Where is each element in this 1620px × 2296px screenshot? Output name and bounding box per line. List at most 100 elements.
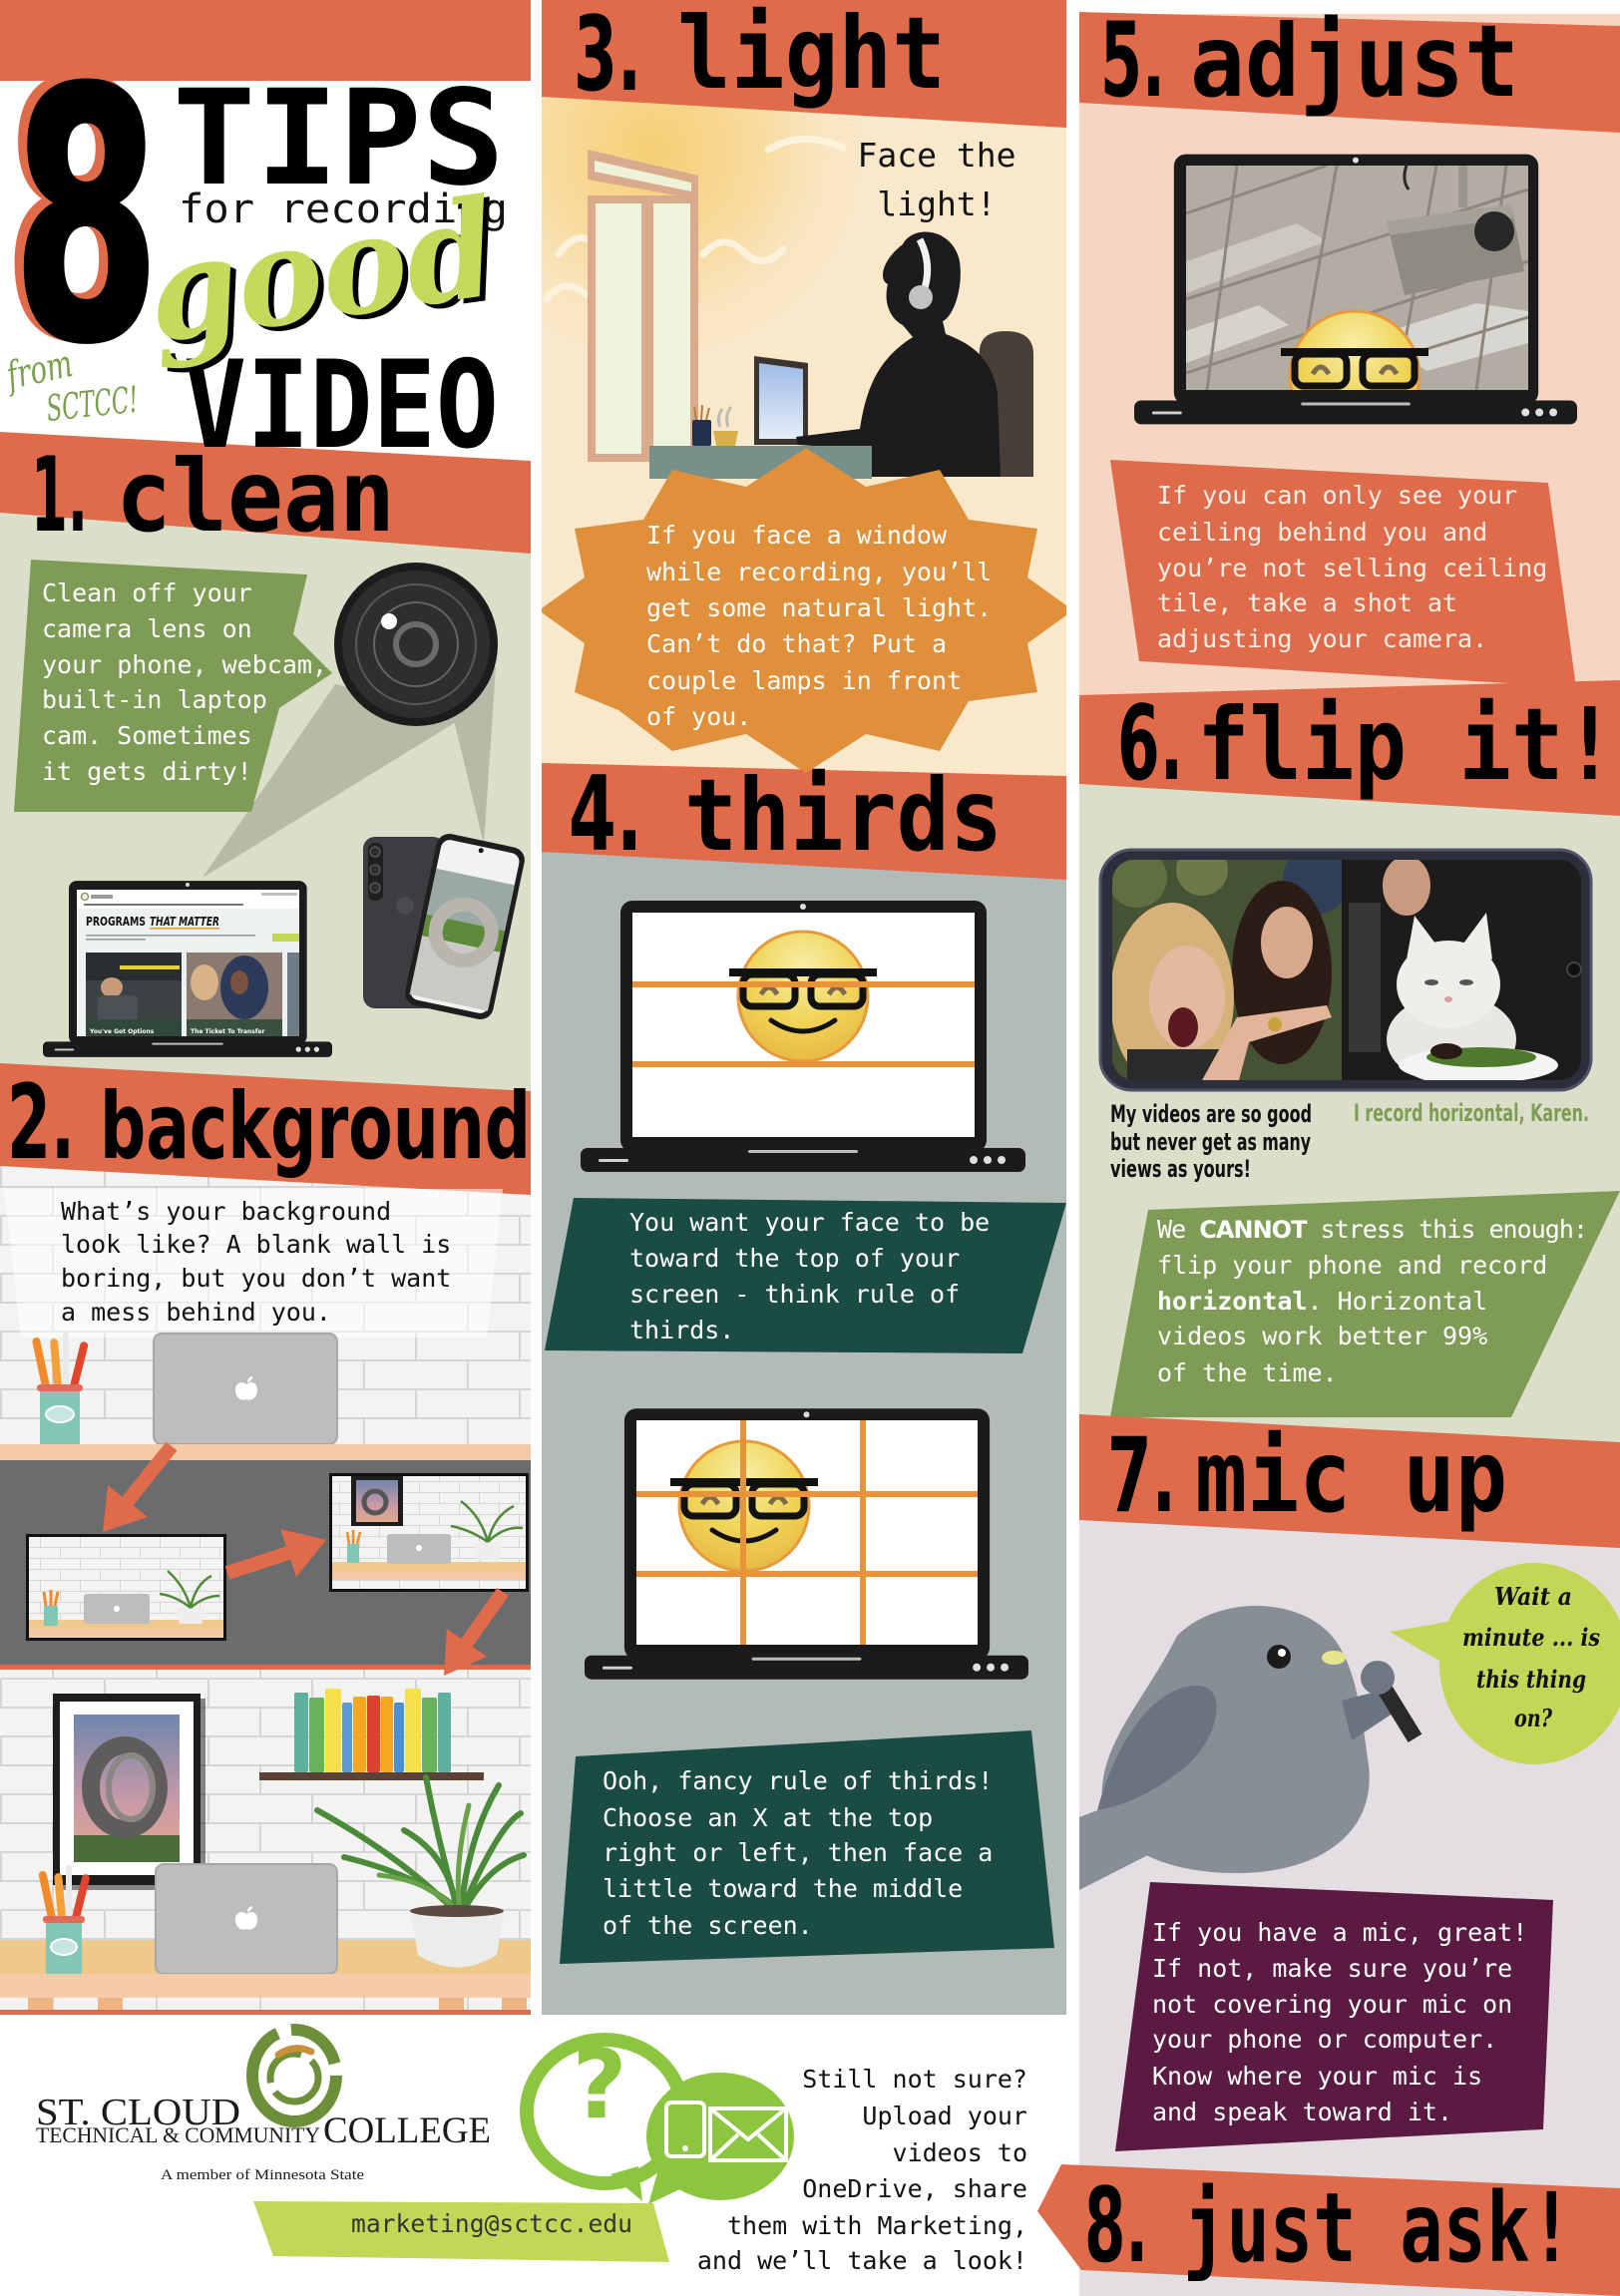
tip-body-line: look like? A blank wall is: [61, 1230, 451, 1259]
tip-body-line: Choose an X at the top: [603, 1803, 933, 1832]
column-3: 5. adjust If you can only see your ceili…: [1079, 0, 1620, 2296]
divider-line: [0, 2010, 531, 2015]
background-example-decorated: [329, 1473, 529, 1592]
emphasis-text: horizontal: [1157, 1287, 1308, 1316]
tip-body-line: them with Marketing,: [727, 2211, 1027, 2240]
meme-caption-line: My videos are so good: [1110, 1100, 1312, 1128]
tip-body-line: right or left, then face a: [603, 1838, 993, 1867]
speech-bubble-line: Wait a: [1494, 1582, 1572, 1611]
tip-body-line: built-in laptop: [42, 685, 267, 714]
logo-name-line: COLLEGE: [323, 2110, 491, 2151]
meme-caption-right: I record horizontal, Karen.: [1354, 1099, 1589, 1127]
tip-body-line: boring, but you don’t want: [61, 1264, 451, 1293]
website-screenshot: PROGRAMS THAT MATTER You've Got Options: [77, 890, 299, 1036]
tip-body-line: get some natural light.: [646, 593, 992, 622]
tip-title: adjust: [1190, 3, 1519, 120]
tip-number: 5.: [1100, 1, 1165, 121]
tip-number: 1.: [31, 436, 88, 556]
tip-number: 4.: [569, 755, 642, 875]
tip-body-line: Can’t do that? Put a: [646, 629, 947, 658]
phone-camera: [1566, 961, 1582, 977]
column-1: PROGRAMS THAT MATTER You've Got Options: [0, 0, 531, 2015]
tip-body-line: and we’ll take a look!: [697, 2246, 1027, 2275]
pencil-cup: [692, 420, 711, 446]
tip-body-line: Clean off your: [42, 578, 252, 607]
tip-title: mic up: [1195, 1418, 1507, 1535]
bird-beak: [1322, 1651, 1346, 1665]
email-address[interactable]: marketing@sctcc.edu: [351, 2209, 632, 2238]
tip-body-line: cam. Sometimes: [42, 721, 252, 750]
tip-number: 2.: [7, 1063, 75, 1183]
laptop-website: PROGRAMS THAT MATTER You've Got Options: [43, 881, 332, 1057]
program-card: You've Got Options: [86, 953, 182, 1036]
tip-body-line: screen - think rule of: [629, 1280, 960, 1309]
tip-body-line: your phone or computer.: [1152, 2025, 1497, 2054]
tip-number: 3.: [574, 0, 641, 115]
bird-eye: [1267, 1645, 1291, 1669]
tip-body-line: camera lens on: [42, 614, 252, 643]
contact-bubble-icon: [646, 2073, 794, 2204]
tip-title: thirds: [684, 757, 1003, 874]
tip-body-line: If you have a mic, great!: [1152, 1918, 1527, 1947]
meme-caption-line: views as yours!: [1110, 1155, 1251, 1183]
tip-body-line: your phone, webcam,: [42, 650, 327, 679]
tip-body-line: Ooh, fancy rule of thirds!: [603, 1766, 993, 1795]
tip-body-line: Upload your: [862, 2102, 1027, 2130]
camera-lens-icon: [334, 563, 498, 726]
tip-body-line: If not, make sure you’re: [1152, 1954, 1512, 1983]
laptop-ceiling: [1134, 154, 1577, 425]
program-card: The Ticket To Transfer: [187, 953, 282, 1036]
speech-bubble-line: this thing: [1476, 1665, 1586, 1694]
tip-body-line: flip your phone and record: [1157, 1251, 1547, 1280]
phone-landscape-meme: [1098, 848, 1593, 1092]
tip-body-line: and speak toward it.: [1152, 2098, 1452, 2126]
tip-body-line: videos to: [893, 2138, 1027, 2167]
tip-body-line: it gets dirty!: [42, 757, 252, 786]
tip-body-line: videos work better 99%: [1157, 1322, 1487, 1350]
tip-body-line: ceiling behind you and: [1157, 518, 1487, 547]
light-callout-line: light!: [877, 185, 996, 223]
tip-body-line: Know where your mic is: [1152, 2062, 1482, 2091]
desk-front: [0, 1974, 531, 1998]
tip-body-line: tile, take a shot at: [1157, 588, 1457, 617]
tip-number: 8.: [1084, 2166, 1148, 2286]
tip-body-line: toward the top of your: [629, 1244, 960, 1273]
tip-title: just ask!: [1183, 2172, 1573, 2284]
picture-frame: [53, 1694, 205, 1890]
explore-button: [272, 934, 299, 942]
title-org: SCTCC!: [45, 380, 141, 430]
tip-body-line: If you can only see your: [1157, 481, 1517, 510]
tip-number: 6.: [1117, 684, 1183, 804]
tip-body-line: you’re not selling ceiling: [1157, 554, 1547, 582]
tip-body-line: If you face a window: [646, 521, 948, 550]
tip-body-line: thirds.: [629, 1316, 734, 1344]
coffee-mug: [713, 431, 738, 446]
tip-body-line: horizontal. Horizontal: [1157, 1287, 1487, 1316]
nav-bar: [84, 904, 243, 906]
tip-body-line: adjusting your camera.: [1157, 624, 1487, 653]
tip-body-line: of the time.: [1157, 1358, 1338, 1387]
logo-mark-icon: [246, 2024, 342, 2127]
tip-body-line: of you.: [646, 702, 751, 731]
screen-headline-accent: THAT MATTER: [150, 915, 219, 929]
meme-caption-line: but never get as many: [1110, 1128, 1311, 1156]
tip-title: background: [100, 1073, 531, 1180]
background-example-plain: [26, 1534, 226, 1641]
question-mark-icon: ?: [572, 2031, 626, 2140]
tip-body-line: You want your face to be: [629, 1208, 990, 1237]
speech-bubble-line: minute ... is: [1462, 1623, 1600, 1652]
tip-body-line: while recording, you’ll: [646, 558, 992, 586]
shelf: [0, 1444, 531, 1460]
tip-number: 7.: [1107, 1416, 1176, 1536]
laptop-thirds-horizontal: [581, 901, 1025, 1172]
infographic-canvas: PROGRAMS THAT MATTER You've Got Options: [0, 0, 1620, 2296]
laptop-thirds-grid: [585, 1408, 1028, 1680]
laptop-back: [155, 1863, 338, 1975]
card-title: The Ticket To Transfer: [191, 1028, 265, 1035]
tip-title: flip it!: [1197, 686, 1616, 803]
footer: ST. CLOUD TECHNICAL & COMMUNITY COLLEGE …: [36, 2024, 1027, 2275]
college-logo: ST. CLOUD TECHNICAL & COMMUNITY COLLEGE …: [36, 2024, 491, 2183]
email-link[interactable]: marketing@sctcc.edu: [253, 2201, 669, 2262]
tip-body-line: OneDrive, share: [802, 2174, 1027, 2203]
logo-name-line: TECHNICAL & COMMUNITY: [36, 2122, 320, 2147]
